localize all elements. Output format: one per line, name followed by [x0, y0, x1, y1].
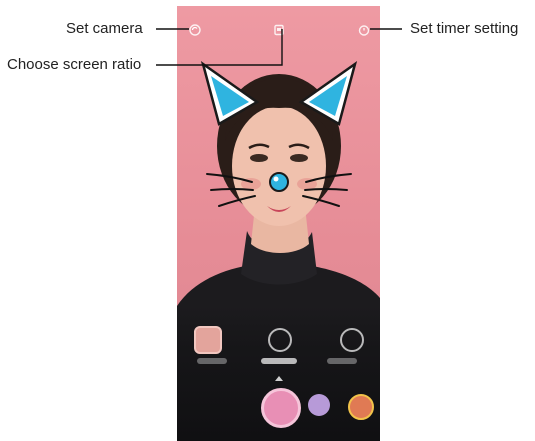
flip-icon[interactable]	[268, 328, 292, 352]
mode-indicator-icon	[275, 376, 283, 381]
shutter-button-icon[interactable]	[261, 388, 301, 428]
face	[232, 106, 326, 226]
cat-nose	[269, 172, 289, 192]
effect-thumbnail-icon[interactable]	[348, 394, 374, 420]
callout-set-timer-setting: Set timer setting	[410, 20, 519, 37]
camera-controls	[177, 306, 380, 441]
camera-manual-figure: Set camera Choose screen ratio Set timer…	[0, 0, 535, 441]
screen-ratio-icon[interactable]	[273, 24, 285, 36]
mode-label[interactable]	[327, 358, 357, 364]
callout-choose-screen-ratio: Choose screen ratio	[7, 56, 142, 73]
eye-right	[290, 154, 308, 162]
eye-left	[250, 154, 268, 162]
camera-switch-icon[interactable]	[189, 24, 201, 36]
mode-label[interactable]	[197, 358, 227, 364]
camera-screen	[177, 6, 380, 441]
effect-thumbnail-icon[interactable]	[308, 394, 330, 416]
rotate-camera-icon[interactable]	[340, 328, 364, 352]
mode-label-active[interactable]	[261, 358, 297, 364]
callout-set-camera: Set camera	[66, 20, 143, 37]
sticker-thumbnail-icon[interactable]	[194, 326, 222, 354]
timer-icon[interactable]	[358, 24, 370, 36]
